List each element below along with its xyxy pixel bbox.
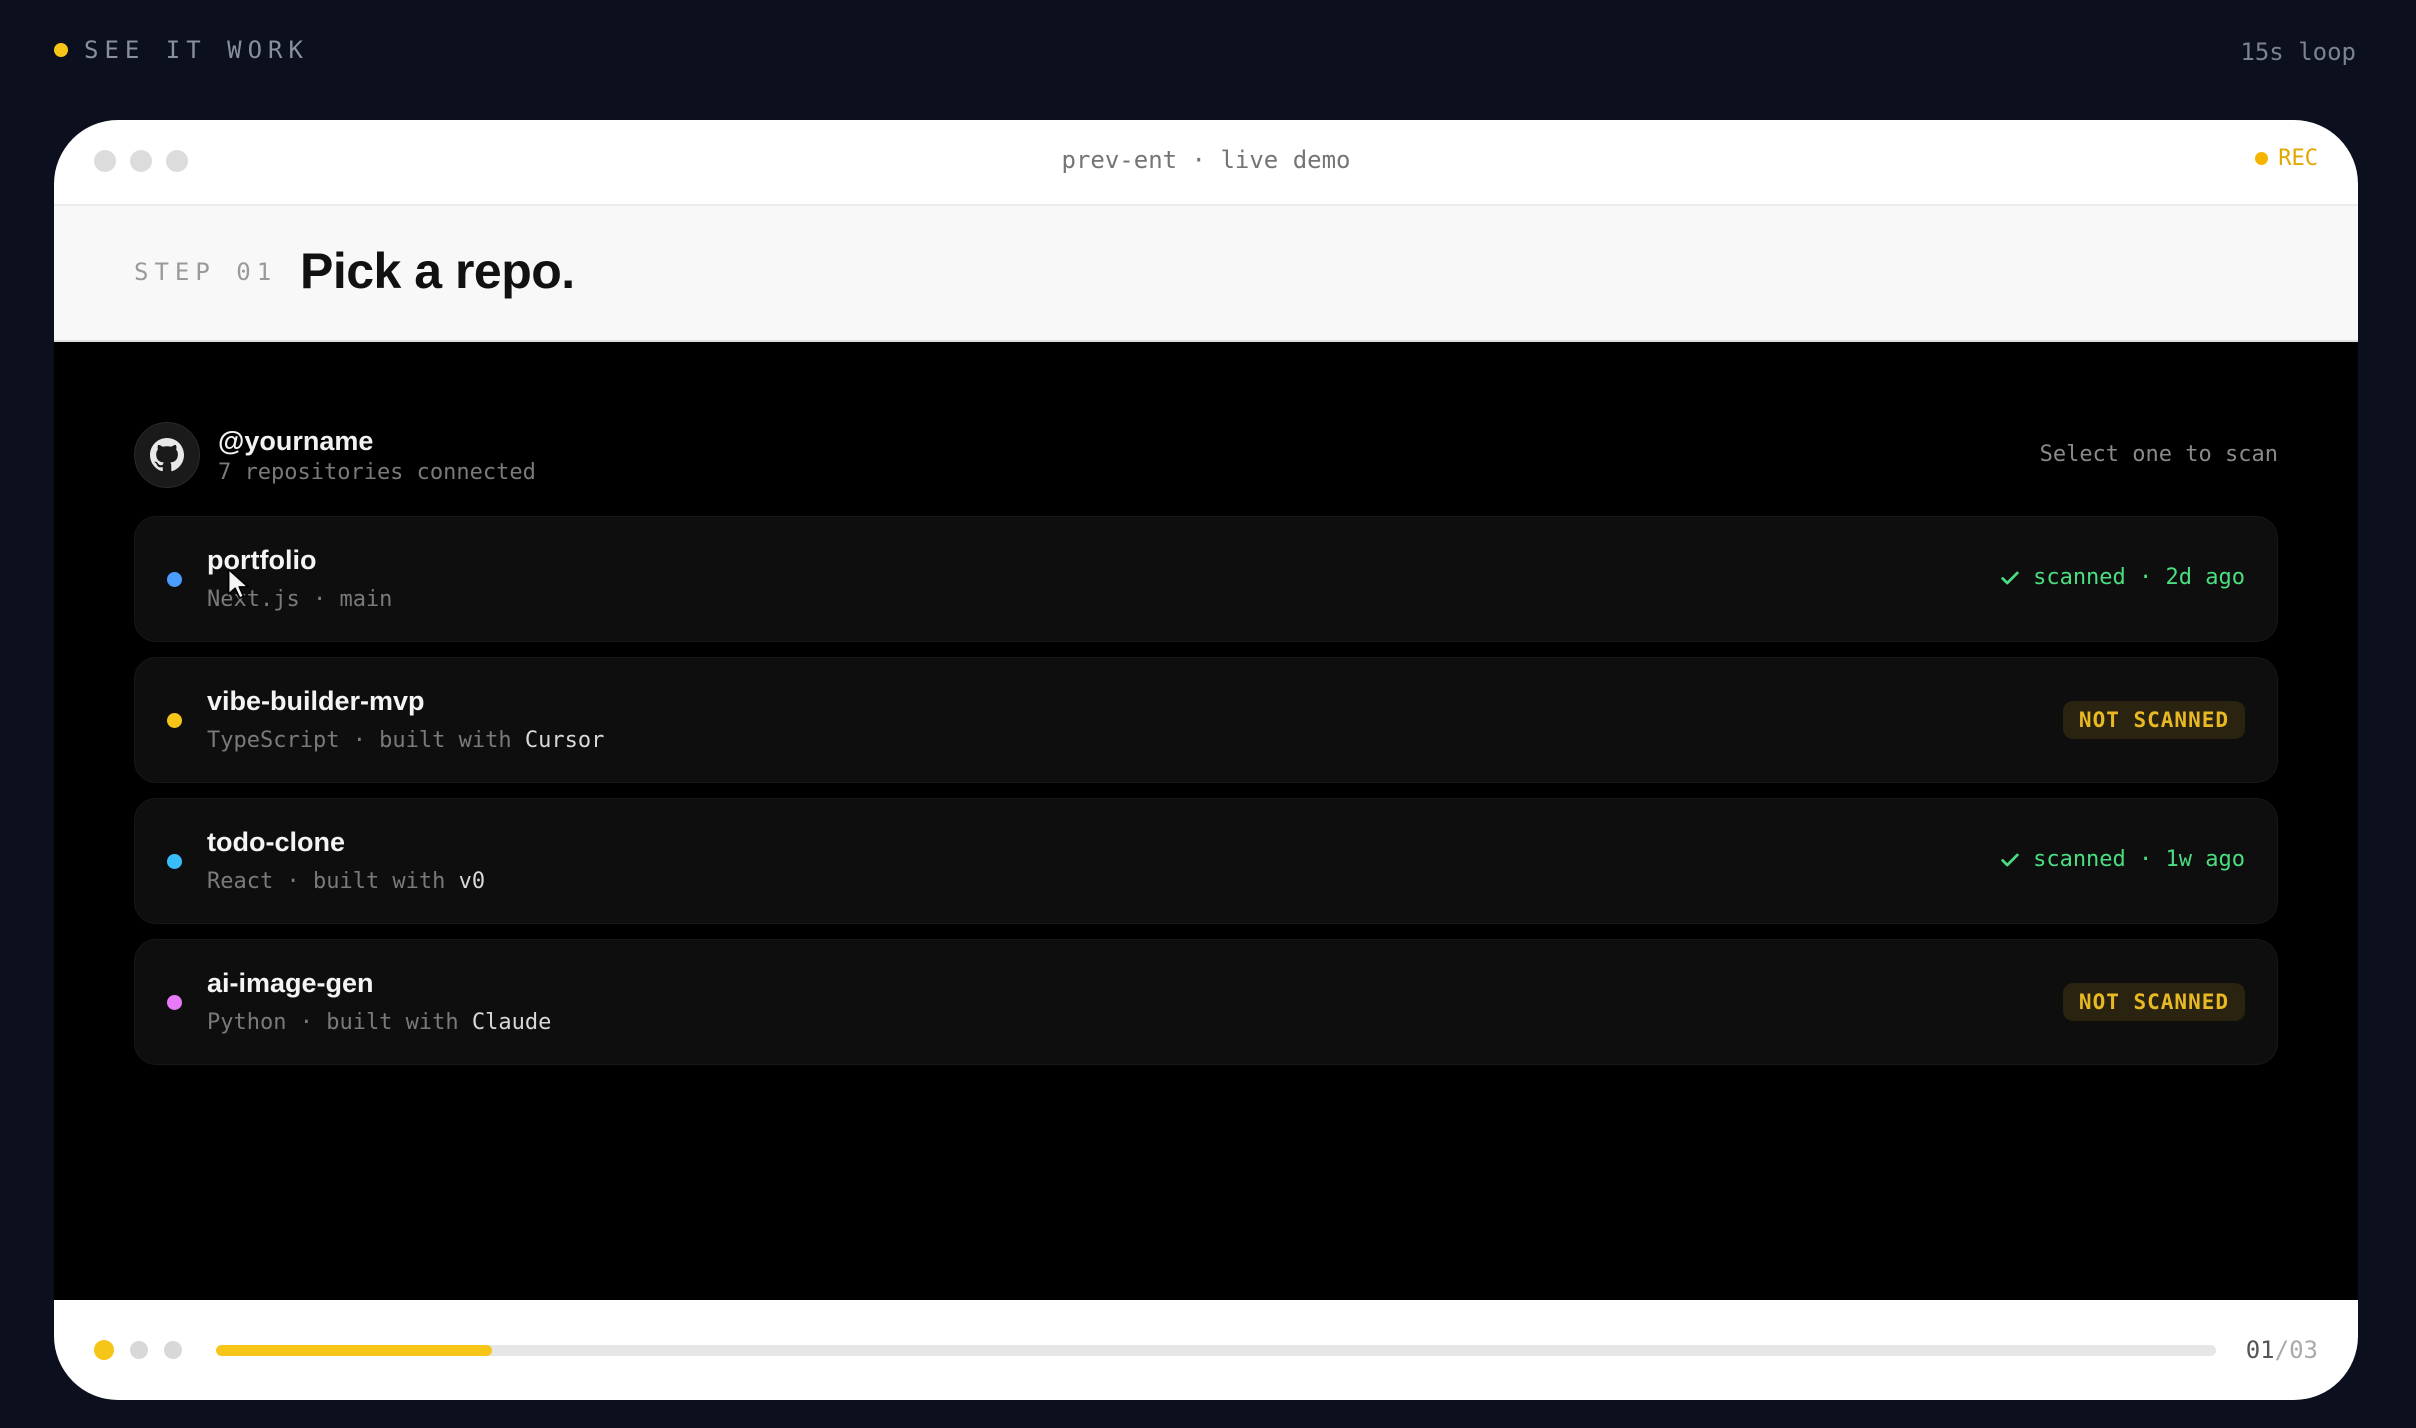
repo-meta: React · built with v0 — [207, 869, 485, 894]
repo-item-ai-image-gen[interactable]: ai-image-gen Python · built with Claude … — [134, 939, 2278, 1065]
loop-duration: 15s loop — [2240, 38, 2356, 66]
repo-meta-text: Python · built with — [207, 1010, 472, 1035]
accent-dot — [54, 43, 68, 57]
scan-status: scanned · 1w ago — [1999, 847, 2245, 872]
repo-tool: v0 — [458, 869, 486, 894]
not-scanned-badge: NOT SCANNED — [2062, 983, 2245, 1021]
check-icon — [2001, 571, 2019, 584]
account-header: @yourname 7 repositories connected Selec… — [134, 422, 2278, 488]
language-dot — [167, 854, 182, 869]
step-current: 01 — [2245, 1336, 2275, 1364]
rec-dot — [2255, 152, 2269, 165]
section-label: SEE IT WORK — [84, 36, 309, 64]
scan-status-text: scanned · 1w ago — [2033, 847, 2245, 872]
repo-item-vibe-builder-mvp[interactable]: vibe-builder-mvp TypeScript · built with… — [134, 657, 2278, 783]
language-dot — [167, 995, 182, 1010]
step-title: Pick a repo. — [300, 243, 575, 299]
step-total: 03 — [2289, 1336, 2318, 1364]
check-icon — [2001, 853, 2019, 866]
account-name: @yourname — [218, 426, 374, 456]
repo-meta-text: React · built with — [207, 869, 459, 894]
recording-indicator: REC — [2255, 146, 2318, 171]
repo-list: portfolio Next.js · main scanned · 2d ag… — [134, 516, 2278, 1080]
repo-name: ai-image-gen — [207, 968, 374, 998]
cursor-pointer-icon — [227, 568, 249, 599]
step-dot-3[interactable] — [164, 1341, 182, 1359]
repo-item-todo-clone[interactable]: todo-clone React · built with v0 scanned… — [134, 798, 2278, 924]
playback-footer: 01/03 — [54, 1300, 2358, 1400]
step-header: STEP 01 Pick a repo. — [54, 206, 2358, 342]
repo-name: todo-clone — [207, 827, 345, 857]
repo-meta-text: TypeScript · built with — [207, 728, 525, 753]
progress-fill — [216, 1345, 492, 1356]
window-titlebar: prev-ent · live demo REC — [54, 120, 2358, 206]
step-dot-2[interactable] — [130, 1341, 148, 1359]
repo-name: vibe-builder-mvp — [207, 686, 425, 716]
repo-meta: Python · built with Claude — [207, 1010, 551, 1035]
language-dot — [167, 572, 182, 587]
demo-window: prev-ent · live demo REC STEP 01 Pick a … — [54, 120, 2358, 1400]
repo-name: portfolio — [207, 545, 317, 575]
step-indicators — [94, 1340, 182, 1360]
repo-meta: TypeScript · built with Cursor — [207, 728, 604, 753]
step-separator: / — [2274, 1336, 2290, 1364]
repo-picker: @yourname 7 repositories connected Selec… — [54, 342, 2358, 1300]
step-dot-1[interactable] — [94, 1340, 114, 1360]
rec-label: REC — [2278, 146, 2318, 171]
repo-tool: Claude — [471, 1010, 552, 1035]
step-label: STEP 01 — [134, 258, 278, 286]
step-counter: 01/03 — [2246, 1336, 2318, 1364]
repo-item-portfolio[interactable]: portfolio Next.js · main scanned · 2d ag… — [134, 516, 2278, 642]
section-header: SEE IT WORK — [54, 36, 309, 64]
progress-bar[interactable] — [216, 1345, 2216, 1356]
window-title: prev-ent · live demo — [1061, 146, 1351, 174]
language-dot — [167, 713, 182, 728]
select-hint: Select one to scan — [2039, 442, 2278, 467]
github-icon — [134, 422, 200, 488]
account-subtitle: 7 repositories connected — [218, 460, 536, 485]
scan-status-text: scanned · 2d ago — [2033, 565, 2245, 590]
not-scanned-badge: NOT SCANNED — [2062, 701, 2245, 739]
repo-tool: Cursor — [524, 728, 605, 753]
scan-status: scanned · 2d ago — [1999, 565, 2245, 590]
